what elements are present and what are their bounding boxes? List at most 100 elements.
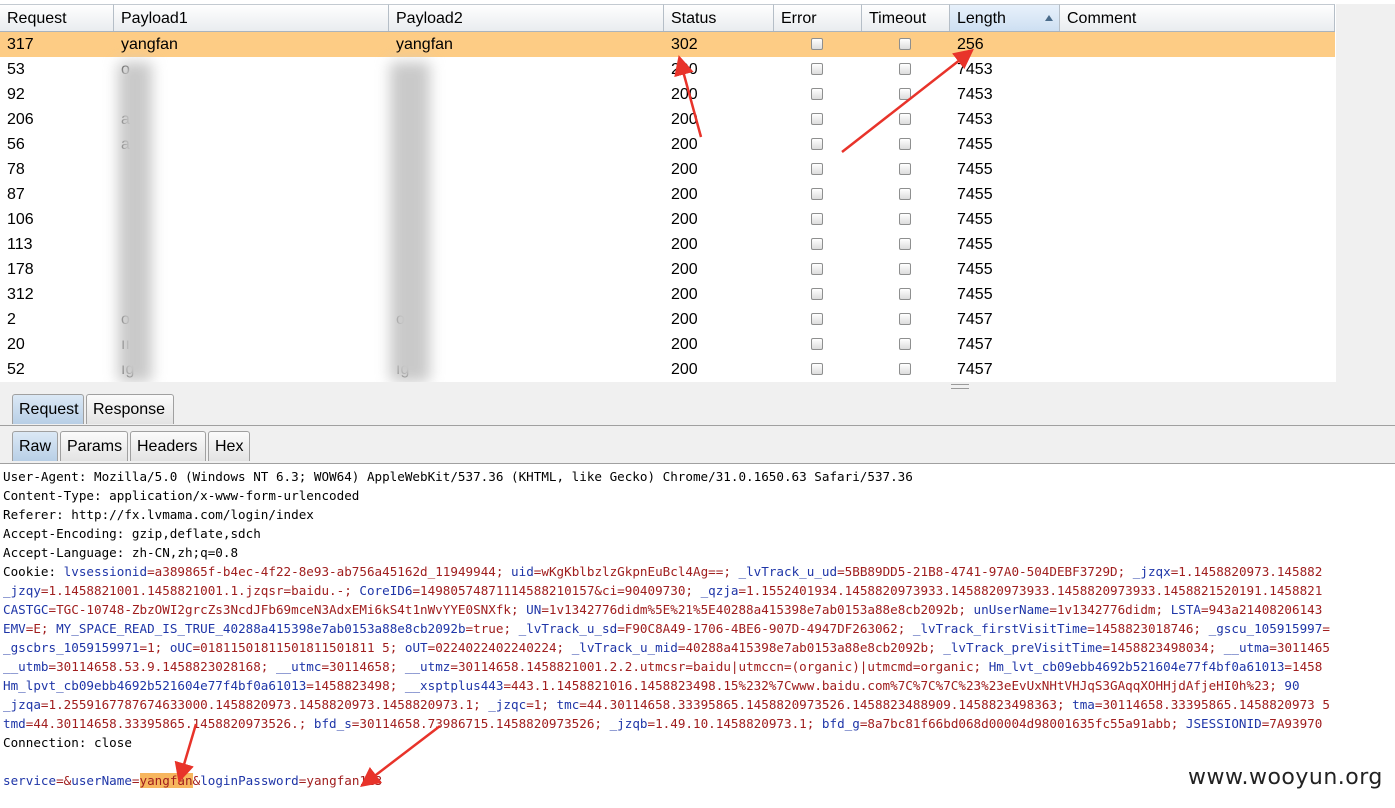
cookie-line: Hm_lpvt_cb09ebb4692b521604e77f4bf0a61013… bbox=[3, 676, 1300, 695]
error-checkbox[interactable] bbox=[811, 88, 823, 100]
timeout-checkbox[interactable] bbox=[899, 213, 911, 225]
cell-payload1: ıg bbox=[114, 357, 389, 382]
tab-headers[interactable]: Headers bbox=[130, 431, 206, 461]
timeout-checkbox[interactable] bbox=[899, 113, 911, 125]
col-timeout[interactable]: Timeout bbox=[862, 4, 950, 31]
error-checkbox[interactable] bbox=[811, 363, 823, 375]
error-checkbox[interactable] bbox=[811, 313, 823, 325]
cell-status: 200 bbox=[671, 86, 698, 103]
timeout-checkbox[interactable] bbox=[899, 363, 911, 375]
table-row[interactable]: 53 o 200 7453 bbox=[0, 57, 1335, 82]
table-row[interactable]: 78 200 7455 bbox=[0, 157, 1335, 182]
cell-length: 7455 bbox=[957, 136, 993, 153]
splitter-grip-icon[interactable] bbox=[951, 384, 969, 389]
col-error[interactable]: Error bbox=[774, 4, 862, 31]
table-row[interactable]: 56 a 200 7455 bbox=[0, 132, 1335, 157]
error-checkbox[interactable] bbox=[811, 63, 823, 75]
table-row[interactable]: 87 200 7455 bbox=[0, 182, 1335, 207]
cookie-value: =3011465 bbox=[1269, 640, 1330, 655]
cell-status: 200 bbox=[671, 211, 698, 228]
error-checkbox[interactable] bbox=[811, 288, 823, 300]
table-row[interactable]: 92 200 7453 bbox=[0, 82, 1335, 107]
tab-raw[interactable]: Raw bbox=[12, 431, 58, 461]
table-row[interactable]: 312 200 7455 bbox=[0, 282, 1335, 307]
table-row[interactable]: 317 yangfan yangfan 302 256 bbox=[0, 32, 1335, 57]
error-checkbox[interactable] bbox=[811, 138, 823, 150]
tab-response[interactable]: Response bbox=[86, 394, 174, 424]
redaction-blur bbox=[118, 62, 152, 382]
timeout-checkbox[interactable] bbox=[899, 138, 911, 150]
timeout-checkbox[interactable] bbox=[899, 288, 911, 300]
pane-splitter[interactable] bbox=[0, 382, 1395, 390]
tab-params[interactable]: Params bbox=[60, 431, 128, 461]
error-checkbox[interactable] bbox=[811, 238, 823, 250]
cookie-value: =1458823498; bbox=[306, 678, 405, 693]
table-row[interactable]: 113 200 7455 bbox=[0, 232, 1335, 257]
cookie-key: _jzqx bbox=[1132, 564, 1171, 579]
error-checkbox[interactable] bbox=[811, 213, 823, 225]
cookie-line: _gscbrs_1059159971=1; oUC=01811501811501… bbox=[3, 638, 1330, 657]
raw-request-view[interactable]: User-Agent: Mozilla/5.0 (Windows NT 6.3;… bbox=[0, 464, 1395, 808]
cookie-key: _lvTrack_u_sd bbox=[518, 621, 618, 636]
cookie-key: Hm_lvt_cb09ebb4692b521604e77f4bf0a61013 bbox=[988, 659, 1285, 674]
cookie-value: =30114658.1458821001.2.2.utmcsr=baidu|ut… bbox=[450, 659, 989, 674]
cookie-value: =a389865f-b4ec-4f22-8e93-ab756a45162d_11… bbox=[147, 564, 512, 579]
cookie-line: tmd=44.30114658.33395865.1458820973526.;… bbox=[3, 714, 1322, 733]
cookie-key: MY_SPACE_READ_IS_TRUE_40288a415398e7ab01… bbox=[56, 621, 466, 636]
table-row[interactable]: 106 200 7455 bbox=[0, 207, 1335, 232]
col-payload2[interactable]: Payload2 bbox=[389, 4, 664, 31]
cookie-value: =1; bbox=[526, 697, 557, 712]
cookie-value: =TGC-10748-ZbzOWI2grcZs3NcdJFb69mceN3Adx… bbox=[48, 602, 527, 617]
table-row[interactable]: 178 200 7455 bbox=[0, 257, 1335, 282]
timeout-checkbox[interactable] bbox=[899, 263, 911, 275]
cookie-value: =8a7bc81f66bd068d00004d98001635fc55a91ab… bbox=[859, 716, 1186, 731]
cookie-line: Cookie: lvsessionid=a389865f-b4ec-4f22-8… bbox=[3, 562, 1322, 581]
timeout-checkbox[interactable] bbox=[899, 338, 911, 350]
col-status[interactable]: Status bbox=[664, 4, 774, 31]
cookie-value: =5BB89DD5-21B8-4741-97A0-504DEBF3729D; bbox=[837, 564, 1133, 579]
cell-payload1: a bbox=[114, 132, 389, 157]
error-checkbox[interactable] bbox=[811, 263, 823, 275]
cell-status: 200 bbox=[671, 286, 698, 303]
table-row[interactable]: 2 oo 200 7457 bbox=[0, 307, 1335, 332]
cell-length: 7457 bbox=[957, 311, 993, 328]
timeout-checkbox[interactable] bbox=[899, 313, 911, 325]
error-checkbox[interactable] bbox=[811, 113, 823, 125]
error-checkbox[interactable] bbox=[811, 338, 823, 350]
timeout-checkbox[interactable] bbox=[899, 163, 911, 175]
col-length[interactable]: Length bbox=[950, 4, 1060, 31]
cell-payload2: yangfan bbox=[396, 36, 453, 53]
timeout-checkbox[interactable] bbox=[899, 88, 911, 100]
cell-length: 7455 bbox=[957, 286, 993, 303]
error-checkbox[interactable] bbox=[811, 38, 823, 50]
redaction-blur bbox=[390, 62, 430, 382]
error-checkbox[interactable] bbox=[811, 188, 823, 200]
timeout-checkbox[interactable] bbox=[899, 188, 911, 200]
timeout-checkbox[interactable] bbox=[899, 38, 911, 50]
cookie-value: =1.1552401934.1458820973933.145882097393… bbox=[738, 583, 1323, 598]
col-payload1[interactable]: Payload1 bbox=[114, 4, 389, 31]
cookie-key: _gscu_105915997 bbox=[1208, 621, 1323, 636]
cookie-key: CoreID6 bbox=[359, 583, 413, 598]
table-row[interactable]: 20 ıı 200 7457 bbox=[0, 332, 1335, 357]
param-service-value: =& bbox=[56, 773, 72, 788]
cell-length: 7457 bbox=[957, 361, 993, 378]
cookie-key: _jzqc bbox=[488, 697, 527, 712]
cookie-key: __utma bbox=[1223, 640, 1270, 655]
cell-status: 200 bbox=[671, 61, 698, 78]
timeout-checkbox[interactable] bbox=[899, 238, 911, 250]
tab-hex[interactable]: Hex bbox=[208, 431, 250, 461]
cell-payload1: ıı bbox=[114, 332, 389, 357]
col-comment[interactable]: Comment bbox=[1060, 4, 1335, 31]
cookie-value: =wKgKblbzlzGkpnEuBcl4Ag==; bbox=[533, 564, 739, 579]
timeout-checkbox[interactable] bbox=[899, 63, 911, 75]
cell-request: 20 bbox=[7, 336, 25, 353]
table-row[interactable]: 206 a 200 7453 bbox=[0, 107, 1335, 132]
cookie-key: LSTA bbox=[1170, 602, 1202, 617]
col-request[interactable]: Request bbox=[0, 4, 114, 31]
table-row[interactable]: 52 ıgıg 200 7457 bbox=[0, 357, 1335, 382]
error-checkbox[interactable] bbox=[811, 163, 823, 175]
table-scroll-area[interactable] bbox=[1336, 4, 1395, 382]
tab-request[interactable]: Request bbox=[12, 394, 84, 424]
cookie-key: tmc bbox=[556, 697, 580, 712]
